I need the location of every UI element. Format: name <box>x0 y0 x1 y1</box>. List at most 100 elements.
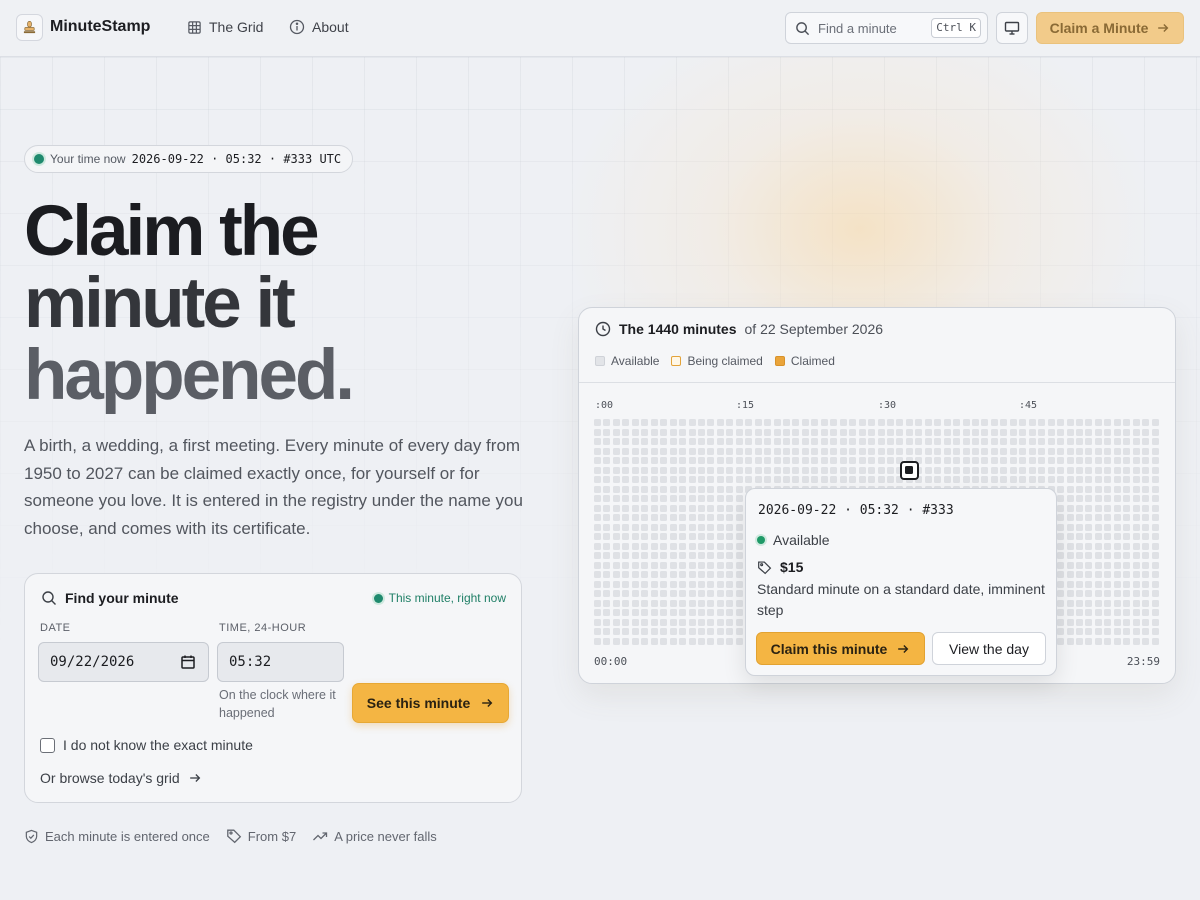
minute-cell[interactable] <box>622 571 630 578</box>
minute-cell[interactable] <box>641 571 649 578</box>
minute-cell[interactable] <box>594 542 601 550</box>
minute-cell[interactable] <box>943 457 951 464</box>
minute-cell[interactable] <box>877 438 885 445</box>
minute-cell[interactable] <box>697 590 705 597</box>
minute-cell[interactable] <box>735 580 743 588</box>
minute-cell[interactable] <box>1066 523 1074 531</box>
minute-cell[interactable] <box>792 466 800 474</box>
minute-cell[interactable] <box>792 447 800 455</box>
minute-cell[interactable] <box>735 609 743 616</box>
minute-cell[interactable] <box>650 485 658 493</box>
minute-cell[interactable] <box>1094 428 1102 436</box>
minute-cell[interactable] <box>1075 618 1083 626</box>
minute-cell[interactable] <box>1094 618 1102 626</box>
minute-cell[interactable] <box>669 447 677 455</box>
minute-cell[interactable] <box>924 457 932 464</box>
minute-cell[interactable] <box>697 457 705 464</box>
minute-cell[interactable] <box>707 628 715 635</box>
minute-cell[interactable] <box>726 542 734 550</box>
minute-cell[interactable] <box>849 457 857 464</box>
minute-cell[interactable] <box>972 447 979 455</box>
minute-cell[interactable] <box>726 438 734 445</box>
minute-cell[interactable] <box>1094 438 1102 445</box>
minute-cell[interactable] <box>669 419 677 426</box>
minute-cell[interactable] <box>669 580 677 588</box>
minute-cell[interactable] <box>962 466 970 474</box>
minute-cell[interactable] <box>603 542 611 550</box>
minute-cell[interactable] <box>735 428 743 436</box>
minute-cell[interactable] <box>735 590 743 597</box>
minute-cell[interactable] <box>1085 561 1093 569</box>
minute-cell[interactable] <box>849 419 857 426</box>
minute-cell[interactable] <box>641 609 649 616</box>
minute-cell[interactable] <box>1047 428 1055 436</box>
minute-cell[interactable] <box>669 438 677 445</box>
minute-cell[interactable] <box>1085 552 1093 559</box>
minute-cell[interactable] <box>669 561 677 569</box>
minute-cell[interactable] <box>669 476 677 483</box>
minute-cell[interactable] <box>773 447 781 455</box>
minute-cell[interactable] <box>688 609 696 616</box>
minute-cell[interactable] <box>1151 447 1159 455</box>
minute-cell[interactable] <box>764 438 772 445</box>
minute-cell[interactable] <box>603 514 611 521</box>
minute-cell[interactable] <box>754 466 762 474</box>
minute-cell[interactable] <box>669 628 677 635</box>
minute-cell[interactable] <box>726 428 734 436</box>
minute-cell[interactable] <box>1066 466 1074 474</box>
minute-cell[interactable] <box>1142 590 1150 597</box>
minute-cell[interactable] <box>641 580 649 588</box>
minute-cell[interactable] <box>707 580 715 588</box>
minute-cell[interactable] <box>1085 495 1093 502</box>
minute-cell[interactable] <box>1057 457 1065 464</box>
minute-cell[interactable] <box>726 618 734 626</box>
minute-cell[interactable] <box>697 561 705 569</box>
minute-cell[interactable] <box>688 618 696 626</box>
minute-cell[interactable] <box>735 618 743 626</box>
minute-cell[interactable] <box>726 609 734 616</box>
minute-cell[interactable] <box>811 466 819 474</box>
minute-cell[interactable] <box>905 419 913 426</box>
minute-cell[interactable] <box>726 485 734 493</box>
minute-cell[interactable] <box>858 447 866 455</box>
minute-cell[interactable] <box>801 457 809 464</box>
minute-cell[interactable] <box>745 466 753 474</box>
minute-cell[interactable] <box>716 476 724 483</box>
minute-cell[interactable] <box>1151 485 1159 493</box>
minute-cell[interactable] <box>1000 438 1008 445</box>
minute-cell[interactable] <box>594 523 601 531</box>
minute-cell[interactable] <box>612 523 620 531</box>
nav-item-about[interactable]: About <box>289 19 349 35</box>
minute-cell[interactable] <box>1019 419 1027 426</box>
minute-cell[interactable] <box>990 447 998 455</box>
minute-cell[interactable] <box>783 457 790 464</box>
minute-cell[interactable] <box>612 580 620 588</box>
minute-cell[interactable] <box>1066 561 1074 569</box>
logo[interactable] <box>16 14 43 41</box>
minute-cell[interactable] <box>697 571 705 578</box>
minute-cell[interactable] <box>792 428 800 436</box>
minute-cell[interactable] <box>612 466 620 474</box>
minute-cell[interactable] <box>1132 609 1140 616</box>
minute-cell[interactable] <box>1123 495 1131 502</box>
minute-cell[interactable] <box>726 504 734 512</box>
minute-cell[interactable] <box>1000 466 1008 474</box>
minute-cell[interactable] <box>1151 476 1159 483</box>
minute-cell[interactable] <box>622 637 630 645</box>
minute-cell[interactable] <box>1113 476 1121 483</box>
minute-cell[interactable] <box>1094 495 1102 502</box>
minute-cell[interactable] <box>1113 495 1121 502</box>
minute-cell[interactable] <box>849 447 857 455</box>
minute-cell[interactable] <box>1094 571 1102 578</box>
date-field[interactable]: 09/22/2026 <box>38 642 209 682</box>
minute-cell[interactable] <box>924 476 932 483</box>
minute-cell[interactable] <box>745 447 753 455</box>
minute-cell[interactable] <box>1057 495 1065 502</box>
minute-cell[interactable] <box>1094 580 1102 588</box>
minute-cell[interactable] <box>1019 466 1027 474</box>
minute-cell[interactable] <box>603 628 611 635</box>
minute-cell[interactable] <box>1075 561 1083 569</box>
minute-cell[interactable] <box>1085 428 1093 436</box>
minute-cell[interactable] <box>1085 590 1093 597</box>
minute-cell[interactable] <box>839 466 847 474</box>
